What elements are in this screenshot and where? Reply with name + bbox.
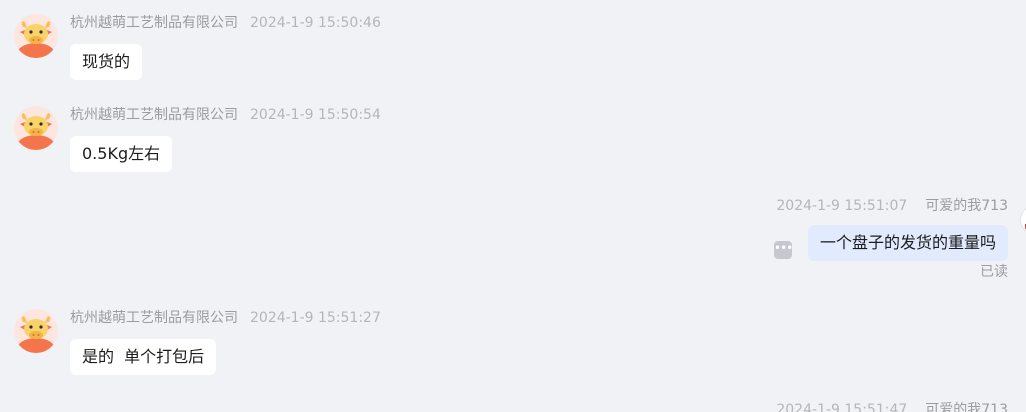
message-time: 2024-1-9 15:50:46	[250, 15, 381, 31]
message-time: 2024-1-9 15:51:27	[250, 310, 381, 326]
message-meta: 杭州越萌工艺制品有限公司 2024-1-9 15:50:54	[70, 106, 381, 124]
ox-mascot-icon	[14, 106, 58, 150]
message-bubble[interactable]: 0.5Kg左右	[70, 136, 173, 172]
message-meta: 杭州越萌工艺制品有限公司 2024-1-9 15:50:46	[70, 14, 381, 32]
ox-mascot-icon	[14, 14, 58, 58]
message-time: 2024-1-9 15:51:07	[776, 198, 908, 214]
chat-message-list[interactable]: 杭州越萌工艺制品有限公司 2024-1-9 15:50:46 现货的 杭州越萌工…	[0, 0, 1026, 412]
message-time: 2024-1-9 15:51:47	[776, 402, 908, 412]
message-outgoing: 2024-1-9 15:51:07 可爱的我713 ••• 一个盘子的发货的重量吗…	[708, 197, 1008, 287]
message-bubble[interactable]: 现货的	[70, 44, 143, 80]
avatar[interactable]	[14, 106, 58, 150]
message-bubble[interactable]: 是的 单个打包后	[70, 339, 217, 375]
avatar[interactable]	[14, 309, 58, 353]
message-meta: 2024-1-9 15:51:47 可爱的我713	[776, 401, 1008, 412]
sender-name: 杭州越萌工艺制品有限公司	[70, 15, 238, 31]
read-status: 已读	[980, 264, 1008, 280]
message-meta: 杭州越萌工艺制品有限公司 2024-1-9 15:51:27	[70, 309, 381, 327]
message-outgoing: 2024-1-9 15:51:47 可爱的我713	[708, 401, 1008, 412]
sender-name: 可爱的我713	[925, 402, 1008, 412]
sender-name: 杭州越萌工艺制品有限公司	[70, 310, 238, 326]
avatar[interactable]	[14, 14, 58, 58]
sender-name: 可爱的我713	[925, 198, 1008, 214]
message-meta: 2024-1-9 15:51:07 可爱的我713	[776, 197, 1008, 215]
more-options-icon[interactable]: •••	[774, 241, 793, 259]
avatar[interactable]	[1020, 205, 1026, 233]
sender-name: 杭州越萌工艺制品有限公司	[70, 107, 238, 123]
message-time: 2024-1-9 15:50:54	[250, 107, 381, 123]
message-bubble[interactable]: 一个盘子的发货的重量吗	[807, 225, 1008, 261]
ox-mascot-icon	[14, 309, 58, 353]
